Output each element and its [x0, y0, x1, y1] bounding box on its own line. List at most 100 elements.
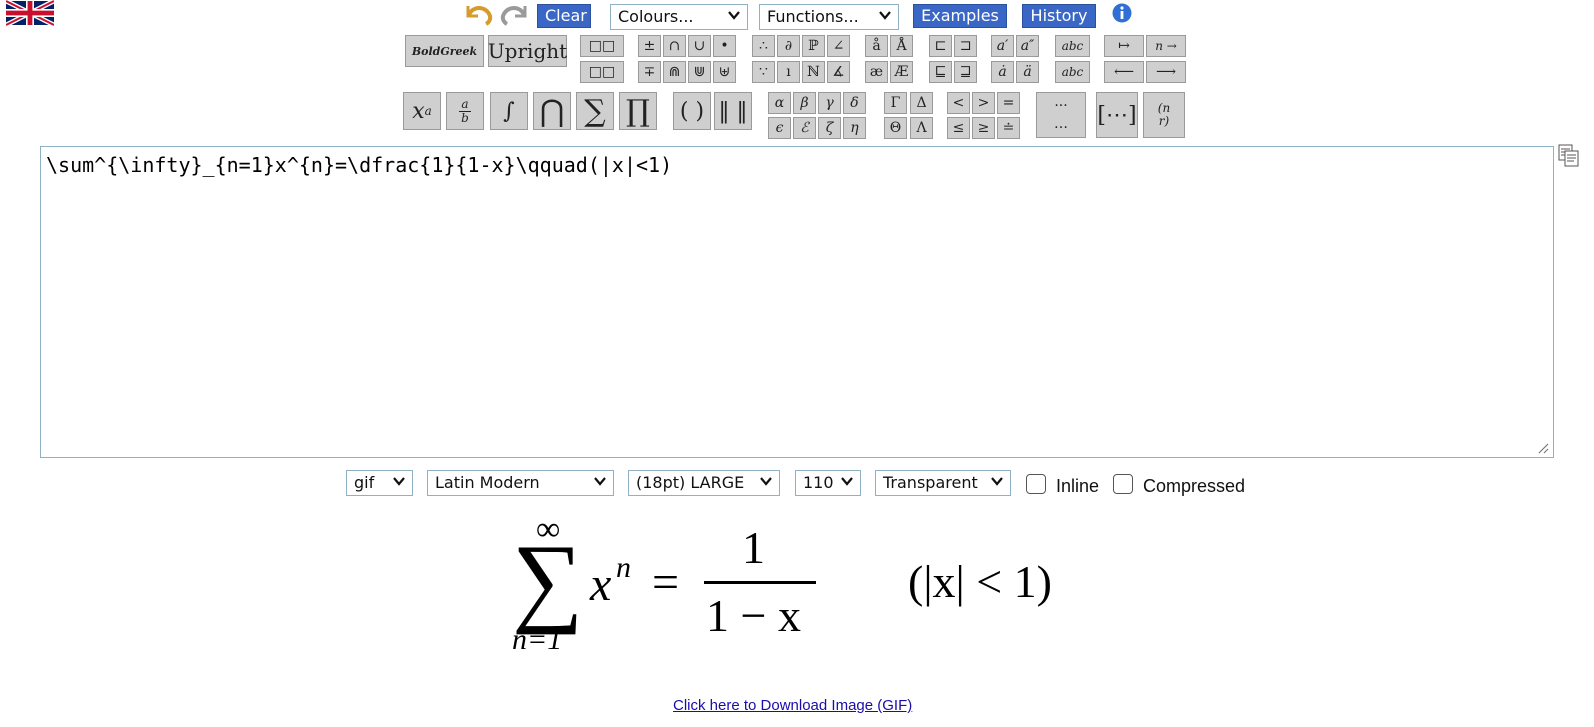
bullet-button[interactable]: •: [713, 35, 736, 57]
upright-label: Upright: [487, 39, 568, 63]
term-exponent: n: [616, 551, 631, 584]
norm-button[interactable]: ‖ ‖: [714, 92, 752, 130]
redo-icon[interactable]: [499, 2, 531, 26]
sqsupseteq-button[interactable]: ⊒: [954, 61, 977, 83]
compressed-checkbox[interactable]: [1113, 474, 1133, 494]
prime-button[interactable]: a′: [991, 35, 1014, 57]
download-image-link[interactable]: Click here to Download Image (GIF): [673, 697, 912, 714]
partial-button[interactable]: ∂: [777, 35, 800, 57]
undo-icon[interactable]: [462, 2, 494, 26]
Gamma-button[interactable]: Γ: [884, 92, 907, 114]
double-cap-button[interactable]: ⋒: [663, 61, 686, 83]
widehat-button[interactable]: abc: [1055, 61, 1090, 83]
functions-select[interactable]: Functions...: [759, 4, 899, 30]
formula-preview: ∞ ∑ x n = 1 1 − x (|x| < 1) n=1: [500, 511, 1100, 675]
inline-checkbox[interactable]: [1026, 474, 1046, 494]
AE-button[interactable]: Æ: [890, 61, 913, 83]
dpi-select[interactable]: 110: [795, 470, 861, 496]
latex-editor-text: \sum^{\infty}_{n=1}x^{n}=\dfrac{1}{1-x}\…: [46, 153, 673, 177]
matrix-button[interactable]: [⋯]: [1096, 92, 1138, 138]
chevron-down-icon: [760, 477, 772, 486]
less-than-button[interactable]: <: [947, 92, 970, 114]
fraction-numerator: 1: [742, 522, 765, 573]
limit-arrow-button[interactable]: n →: [1146, 35, 1186, 57]
dots-button[interactable]: ···…: [1036, 92, 1086, 138]
parentheses-button[interactable]: ( ): [673, 92, 711, 130]
intersection-button[interactable]: ∩: [663, 35, 686, 57]
info-icon[interactable]: [1112, 3, 1132, 23]
colours-select[interactable]: Colours...: [610, 4, 748, 30]
clear-button[interactable]: Clear: [537, 4, 591, 28]
superscript-button[interactable]: xa: [403, 92, 441, 130]
history-button[interactable]: History: [1022, 4, 1096, 28]
equals-button[interactable]: =: [997, 92, 1020, 114]
eta-button[interactable]: η: [843, 117, 866, 139]
chevron-down-icon: [879, 11, 891, 20]
left-arrow-button[interactable]: ⟵: [1104, 61, 1144, 83]
box-pair-button[interactable]: □□: [580, 35, 624, 57]
binomial-button[interactable]: (n r): [1143, 92, 1185, 138]
zeta-button[interactable]: ζ: [818, 117, 841, 139]
boldgreek-button[interactable]: BoldGreek: [405, 35, 484, 67]
size-select[interactable]: (18pt) LARGE: [628, 470, 780, 496]
delta-button[interactable]: δ: [843, 92, 866, 114]
Delta-button[interactable]: Δ: [910, 92, 933, 114]
double-cup-button[interactable]: ⋓: [688, 61, 711, 83]
ae-button[interactable]: æ: [865, 61, 888, 83]
minus-plus-button[interactable]: ∓: [638, 61, 661, 83]
Lambda-button[interactable]: Λ: [910, 117, 933, 139]
union-button[interactable]: ∪: [688, 35, 711, 57]
big-cap-button[interactable]: ⋂: [533, 92, 571, 130]
ring-a-button[interactable]: å: [865, 35, 888, 57]
ddot-accent-button[interactable]: ä: [1016, 61, 1039, 83]
overarc-button[interactable]: abc: [1055, 35, 1090, 57]
alpha-button[interactable]: α: [768, 92, 791, 114]
beta-button[interactable]: β: [793, 92, 816, 114]
because-button[interactable]: ∵: [752, 61, 775, 83]
summation-button[interactable]: ∑: [576, 92, 614, 130]
sqsubset-button[interactable]: ⊏: [929, 35, 952, 57]
ring-A-button[interactable]: Å: [890, 35, 913, 57]
integral-button[interactable]: ∫: [490, 92, 528, 130]
inline-label: Inline: [1056, 476, 1100, 496]
uk-flag-icon[interactable]: [6, 0, 54, 26]
mapsto-button[interactable]: ↦: [1104, 35, 1144, 57]
chevron-down-icon: [728, 11, 740, 20]
latex-editor-textarea[interactable]: \sum^{\infty}_{n=1}x^{n}=\dfrac{1}{1-x}\…: [40, 146, 1554, 458]
right-arrow-button[interactable]: ⟶: [1146, 61, 1186, 83]
dot-accent-button[interactable]: ȧ: [991, 61, 1014, 83]
gamma-button[interactable]: γ: [818, 92, 841, 114]
Theta-button[interactable]: Θ: [884, 117, 907, 139]
blackboard-p-button[interactable]: ℙ: [802, 35, 825, 57]
format-select-value: gif: [354, 473, 375, 492]
uplus-button[interactable]: ⊎: [713, 61, 736, 83]
blackboard-n-button[interactable]: ℕ: [802, 61, 825, 83]
doteq-button[interactable]: ≐: [997, 117, 1020, 139]
greater-than-button[interactable]: >: [972, 92, 995, 114]
dpi-select-value: 110: [803, 473, 834, 492]
copy-icon[interactable]: [1558, 144, 1580, 168]
font-select[interactable]: Latin Modern: [427, 470, 614, 496]
epsilon-button[interactable]: ϵ: [768, 117, 791, 139]
angle-button[interactable]: ∠: [827, 35, 850, 57]
background-select[interactable]: Transparent: [875, 470, 1011, 496]
therefore-button[interactable]: ∴: [752, 35, 775, 57]
fraction-button[interactable]: ab: [446, 92, 484, 130]
double-prime-button[interactable]: a″: [1016, 35, 1039, 57]
measured-angle-button[interactable]: ∡: [827, 61, 850, 83]
dotless-i-button[interactable]: ı: [777, 61, 800, 83]
box-pair-sub-button[interactable]: □□: [580, 61, 624, 83]
upright-button[interactable]: Upright: [488, 35, 567, 67]
functions-select-value: Functions...: [767, 7, 859, 26]
format-select[interactable]: gif: [346, 470, 413, 496]
sqsubseteq-button[interactable]: ⊑: [929, 61, 952, 83]
examples-button[interactable]: Examples: [913, 4, 1007, 28]
product-button[interactable]: ∏: [619, 92, 657, 130]
sqsupset-button[interactable]: ⊐: [954, 35, 977, 57]
leq-button[interactable]: ≤: [947, 117, 970, 139]
resize-handle-icon[interactable]: [1537, 442, 1549, 454]
geq-button[interactable]: ≥: [972, 117, 995, 139]
boldgreek-label: BoldGreek: [411, 44, 478, 58]
script-e-button[interactable]: ℰ: [793, 117, 816, 139]
plus-minus-button[interactable]: ±: [638, 35, 661, 57]
